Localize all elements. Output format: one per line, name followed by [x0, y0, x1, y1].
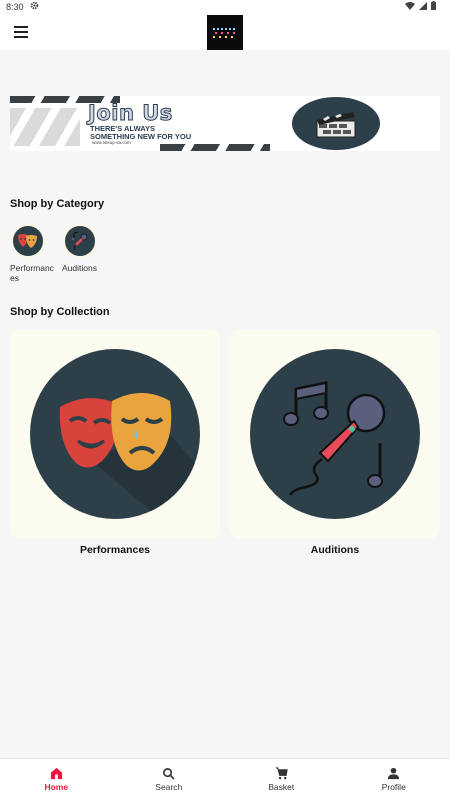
menu-icon[interactable]: [14, 26, 28, 38]
status-icons: [405, 1, 436, 10]
app-logo[interactable]: [207, 15, 243, 50]
home-icon: [50, 767, 62, 780]
microphone-music-icon: [63, 224, 97, 258]
category-auditions[interactable]: Auditions: [62, 224, 110, 274]
nav-basket[interactable]: Basket: [225, 759, 338, 800]
promo-banner[interactable]: Join Us THERE'S ALWAYS SOMETHING NEW FOR…: [10, 96, 440, 151]
banner-title: Join Us: [88, 101, 173, 126]
status-bar: 8:30: [0, 0, 450, 14]
battery-icon: [431, 1, 436, 10]
cart-icon: [275, 767, 288, 780]
nav-label: Search: [155, 782, 183, 792]
status-time: 8:30: [6, 2, 24, 12]
nav-label: Profile: [381, 782, 406, 792]
nav-label: Basket: [268, 782, 295, 792]
wifi-icon: [405, 1, 415, 10]
collection-label: Performances: [79, 544, 151, 556]
category-performances[interactable]: Performances: [10, 224, 58, 284]
theatre-masks-icon: [30, 349, 200, 519]
collection-section-title: Shop by Collection: [10, 306, 110, 318]
nav-search[interactable]: Search: [113, 759, 226, 800]
signal-icon: [419, 1, 427, 10]
category-label: Auditions: [62, 263, 97, 273]
theatre-masks-icon: [11, 224, 45, 258]
nav-profile[interactable]: Profile: [338, 759, 450, 800]
nav-label: Home: [44, 782, 69, 792]
nav-home[interactable]: Home: [0, 759, 113, 800]
clapperboard-icon: [292, 97, 380, 150]
microphone-music-icon: [250, 349, 420, 519]
collection-card-auditions[interactable]: [230, 329, 440, 539]
person-icon: [388, 767, 400, 780]
collection-card-performances[interactable]: [10, 329, 220, 539]
banner-url: www.lineup-sa.com: [92, 140, 131, 145]
bottom-navigation: Home Search Basket Profile: [0, 758, 450, 800]
category-section-title: Shop by Category: [10, 198, 105, 210]
collection-label: Auditions: [310, 544, 360, 556]
category-label: Performances: [10, 263, 54, 283]
search-icon: [163, 768, 175, 780]
settings-gear-icon: [30, 1, 39, 12]
app-bar: [0, 14, 450, 50]
